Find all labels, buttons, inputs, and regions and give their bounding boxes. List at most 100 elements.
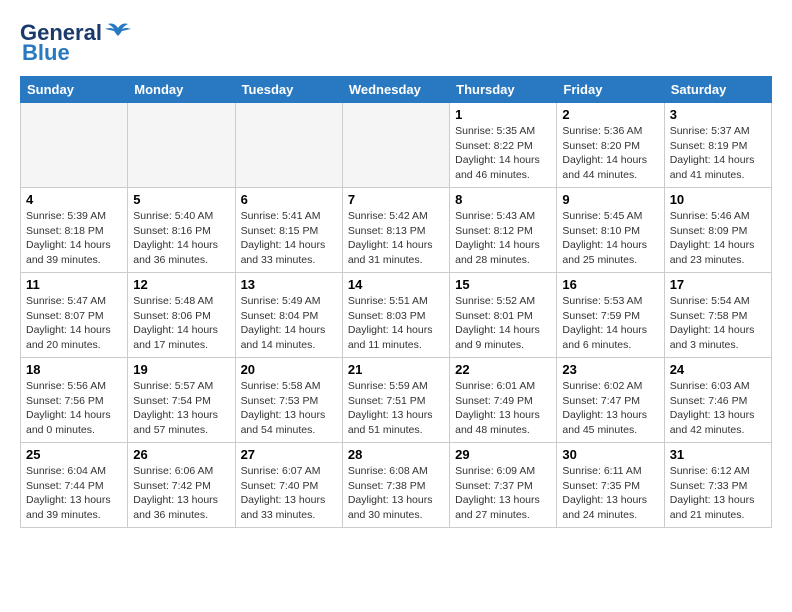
day-info: Sunrise: 5:36 AM Sunset: 8:20 PM Dayligh… xyxy=(562,124,658,183)
weekday-header: Sunday xyxy=(21,77,128,103)
calendar-day: 22 Sunrise: 6:01 AM Sunset: 7:49 PM Dayli… xyxy=(450,358,557,443)
day-info: Sunrise: 6:01 AM Sunset: 7:49 PM Dayligh… xyxy=(455,379,551,438)
logo: General Blue xyxy=(20,20,132,66)
day-number: 31 xyxy=(670,447,766,462)
day-number: 19 xyxy=(133,362,229,377)
day-info: Sunrise: 5:46 AM Sunset: 8:09 PM Dayligh… xyxy=(670,209,766,268)
day-info: Sunrise: 5:53 AM Sunset: 7:59 PM Dayligh… xyxy=(562,294,658,353)
day-number: 14 xyxy=(348,277,444,292)
calendar-day: 19 Sunrise: 5:57 AM Sunset: 7:54 PM Dayli… xyxy=(128,358,235,443)
day-number: 26 xyxy=(133,447,229,462)
day-info: Sunrise: 5:54 AM Sunset: 7:58 PM Dayligh… xyxy=(670,294,766,353)
day-number: 20 xyxy=(241,362,337,377)
calendar-week-row: 18 Sunrise: 5:56 AM Sunset: 7:56 PM Dayli… xyxy=(21,358,772,443)
calendar-empty xyxy=(128,103,235,188)
logo-bird-icon xyxy=(104,20,132,40)
day-number: 8 xyxy=(455,192,551,207)
day-number: 30 xyxy=(562,447,658,462)
day-info: Sunrise: 5:37 AM Sunset: 8:19 PM Dayligh… xyxy=(670,124,766,183)
calendar-day: 5Sunrise: 5:40 AM Sunset: 8:16 PM Daylig… xyxy=(128,188,235,273)
day-info: Sunrise: 5:43 AM Sunset: 8:12 PM Dayligh… xyxy=(455,209,551,268)
day-number: 18 xyxy=(26,362,122,377)
logo-blue-text: Blue xyxy=(22,40,70,66)
calendar-day: 28 Sunrise: 6:08 AM Sunset: 7:38 PM Dayli… xyxy=(342,443,449,528)
day-number: 17 xyxy=(670,277,766,292)
day-number: 13 xyxy=(241,277,337,292)
calendar-day: 17 Sunrise: 5:54 AM Sunset: 7:58 PM Dayli… xyxy=(664,273,771,358)
day-info: Sunrise: 6:08 AM Sunset: 7:38 PM Dayligh… xyxy=(348,464,444,523)
day-number: 3 xyxy=(670,107,766,122)
day-info: Sunrise: 5:56 AM Sunset: 7:56 PM Dayligh… xyxy=(26,379,122,438)
day-number: 23 xyxy=(562,362,658,377)
day-info: Sunrise: 5:35 AM Sunset: 8:22 PM Dayligh… xyxy=(455,124,551,183)
calendar-week-row: 25 Sunrise: 6:04 AM Sunset: 7:44 PM Dayli… xyxy=(21,443,772,528)
day-info: Sunrise: 5:42 AM Sunset: 8:13 PM Dayligh… xyxy=(348,209,444,268)
day-number: 15 xyxy=(455,277,551,292)
calendar-day: 9 Sunrise: 5:45 AM Sunset: 8:10 PM Daylig… xyxy=(557,188,664,273)
day-number: 27 xyxy=(241,447,337,462)
calendar-day: 26 Sunrise: 6:06 AM Sunset: 7:42 PM Dayli… xyxy=(128,443,235,528)
day-number: 1 xyxy=(455,107,551,122)
weekday-header: Friday xyxy=(557,77,664,103)
weekday-header: Monday xyxy=(128,77,235,103)
day-info: Sunrise: 6:06 AM Sunset: 7:42 PM Dayligh… xyxy=(133,464,229,523)
weekday-header: Thursday xyxy=(450,77,557,103)
weekday-header: Saturday xyxy=(664,77,771,103)
day-number: 9 xyxy=(562,192,658,207)
day-number: 25 xyxy=(26,447,122,462)
calendar-day: 8 Sunrise: 5:43 AM Sunset: 8:12 PM Daylig… xyxy=(450,188,557,273)
calendar-day: 29Sunrise: 6:09 AM Sunset: 7:37 PM Dayli… xyxy=(450,443,557,528)
calendar-day: 25 Sunrise: 6:04 AM Sunset: 7:44 PM Dayli… xyxy=(21,443,128,528)
calendar-empty xyxy=(235,103,342,188)
day-number: 2 xyxy=(562,107,658,122)
day-number: 11 xyxy=(26,277,122,292)
weekday-header: Wednesday xyxy=(342,77,449,103)
calendar-header-row: SundayMondayTuesdayWednesdayThursdayFrid… xyxy=(21,77,772,103)
day-info: Sunrise: 6:12 AM Sunset: 7:33 PM Dayligh… xyxy=(670,464,766,523)
day-number: 10 xyxy=(670,192,766,207)
day-number: 16 xyxy=(562,277,658,292)
day-info: Sunrise: 5:59 AM Sunset: 7:51 PM Dayligh… xyxy=(348,379,444,438)
calendar-day: 4 Sunrise: 5:39 AM Sunset: 8:18 PM Daylig… xyxy=(21,188,128,273)
calendar-day: 11 Sunrise: 5:47 AM Sunset: 8:07 PM Dayli… xyxy=(21,273,128,358)
day-info: Sunrise: 5:48 AM Sunset: 8:06 PM Dayligh… xyxy=(133,294,229,353)
calendar-week-row: 4 Sunrise: 5:39 AM Sunset: 8:18 PM Daylig… xyxy=(21,188,772,273)
calendar-day: 18 Sunrise: 5:56 AM Sunset: 7:56 PM Dayli… xyxy=(21,358,128,443)
calendar-day: 30Sunrise: 6:11 AM Sunset: 7:35 PM Dayli… xyxy=(557,443,664,528)
calendar-empty xyxy=(342,103,449,188)
day-info: Sunrise: 6:04 AM Sunset: 7:44 PM Dayligh… xyxy=(26,464,122,523)
day-info: Sunrise: 6:07 AM Sunset: 7:40 PM Dayligh… xyxy=(241,464,337,523)
day-info: Sunrise: 5:57 AM Sunset: 7:54 PM Dayligh… xyxy=(133,379,229,438)
day-info: Sunrise: 6:03 AM Sunset: 7:46 PM Dayligh… xyxy=(670,379,766,438)
calendar-day: 20Sunrise: 5:58 AM Sunset: 7:53 PM Dayli… xyxy=(235,358,342,443)
calendar-day: 31 Sunrise: 6:12 AM Sunset: 7:33 PM Dayli… xyxy=(664,443,771,528)
day-info: Sunrise: 5:45 AM Sunset: 8:10 PM Dayligh… xyxy=(562,209,658,268)
day-number: 24 xyxy=(670,362,766,377)
calendar-day: 13 Sunrise: 5:49 AM Sunset: 8:04 PM Dayli… xyxy=(235,273,342,358)
calendar-day: 23 Sunrise: 6:02 AM Sunset: 7:47 PM Dayli… xyxy=(557,358,664,443)
day-info: Sunrise: 5:47 AM Sunset: 8:07 PM Dayligh… xyxy=(26,294,122,353)
page-header: General Blue xyxy=(20,20,772,66)
calendar-day: 10 Sunrise: 5:46 AM Sunset: 8:09 PM Dayli… xyxy=(664,188,771,273)
day-number: 21 xyxy=(348,362,444,377)
day-info: Sunrise: 5:39 AM Sunset: 8:18 PM Dayligh… xyxy=(26,209,122,268)
day-number: 22 xyxy=(455,362,551,377)
day-info: Sunrise: 5:49 AM Sunset: 8:04 PM Dayligh… xyxy=(241,294,337,353)
calendar-day: 16 Sunrise: 5:53 AM Sunset: 7:59 PM Dayli… xyxy=(557,273,664,358)
day-info: Sunrise: 5:41 AM Sunset: 8:15 PM Dayligh… xyxy=(241,209,337,268)
day-number: 6 xyxy=(241,192,337,207)
calendar-day: 21 Sunrise: 5:59 AM Sunset: 7:51 PM Dayli… xyxy=(342,358,449,443)
day-info: Sunrise: 6:02 AM Sunset: 7:47 PM Dayligh… xyxy=(562,379,658,438)
calendar-day: 12Sunrise: 5:48 AM Sunset: 8:06 PM Dayli… xyxy=(128,273,235,358)
day-number: 29 xyxy=(455,447,551,462)
calendar-day: 2 Sunrise: 5:36 AM Sunset: 8:20 PM Daylig… xyxy=(557,103,664,188)
calendar-day: 27 Sunrise: 6:07 AM Sunset: 7:40 PM Dayli… xyxy=(235,443,342,528)
calendar-day: 7 Sunrise: 5:42 AM Sunset: 8:13 PM Daylig… xyxy=(342,188,449,273)
day-number: 28 xyxy=(348,447,444,462)
day-number: 7 xyxy=(348,192,444,207)
calendar-day: 24 Sunrise: 6:03 AM Sunset: 7:46 PM Dayli… xyxy=(664,358,771,443)
day-number: 4 xyxy=(26,192,122,207)
calendar-table: SundayMondayTuesdayWednesdayThursdayFrid… xyxy=(20,76,772,528)
calendar-week-row: 11 Sunrise: 5:47 AM Sunset: 8:07 PM Dayli… xyxy=(21,273,772,358)
calendar-day: 1 Sunrise: 5:35 AM Sunset: 8:22 PM Daylig… xyxy=(450,103,557,188)
